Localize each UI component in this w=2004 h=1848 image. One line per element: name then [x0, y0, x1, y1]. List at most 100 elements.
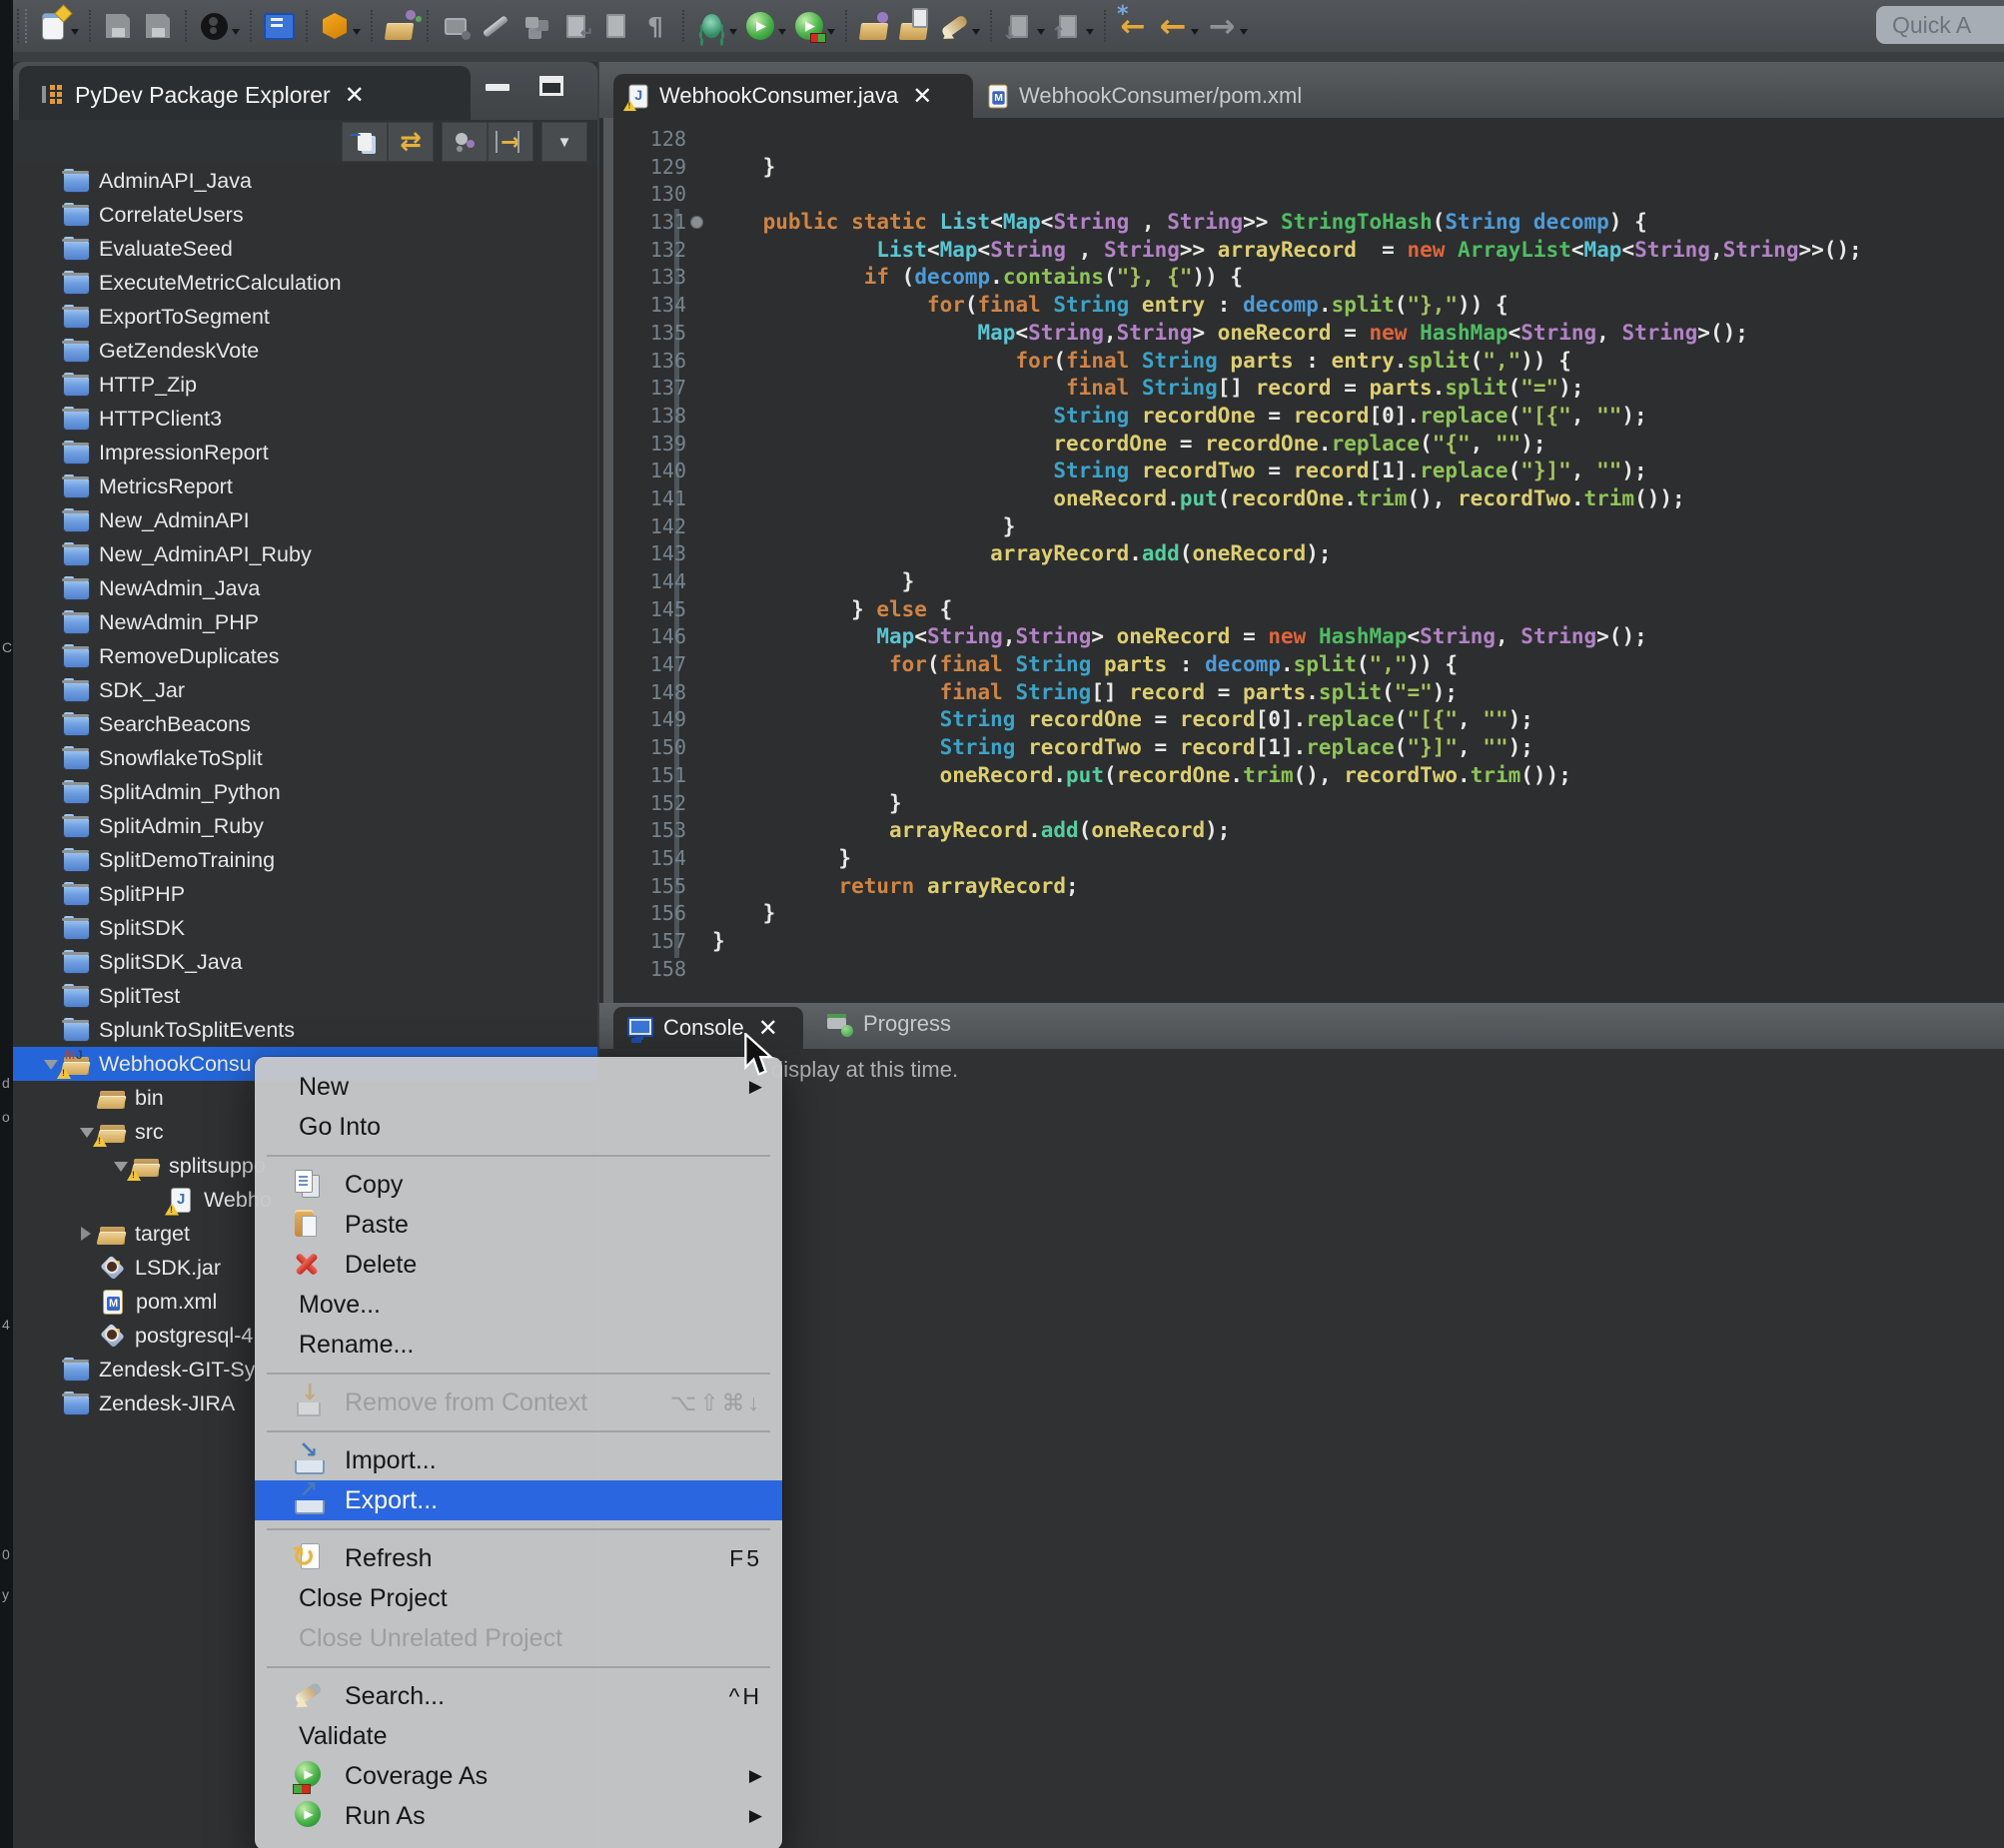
- coverage-button[interactable]: [791, 6, 827, 46]
- maximize-button[interactable]: [539, 76, 563, 96]
- menu-item-copy[interactable]: Copy: [255, 1165, 782, 1205]
- packages-tool-button[interactable]: [517, 6, 553, 46]
- line-number[interactable]: 135: [616, 320, 686, 348]
- tree-item-splitphp[interactable]: SplitPHP: [13, 877, 597, 911]
- line-number[interactable]: 128: [616, 126, 686, 154]
- forward-button[interactable]: [1204, 6, 1240, 46]
- chevron-down-icon[interactable]: [44, 1060, 58, 1077]
- line-number[interactable]: 137: [616, 375, 686, 403]
- open-task-button[interactable]: [896, 6, 932, 46]
- tree-item-splitadmin-python[interactable]: SplitAdmin_Python: [13, 775, 597, 809]
- tree-item-splittest[interactable]: SplitTest: [13, 979, 597, 1013]
- account-button[interactable]: [196, 6, 232, 46]
- tree-item-executemetriccalculation[interactable]: ExecuteMetricCalculation: [13, 266, 597, 300]
- tree-item-new-adminapi[interactable]: New_AdminAPI: [13, 503, 597, 537]
- tree-item-impressionreport[interactable]: ImpressionReport: [13, 436, 597, 469]
- line-number[interactable]: 145: [616, 596, 686, 624]
- toolbar-grip[interactable]: [17, 9, 27, 43]
- tree-item-http-zip[interactable]: HTTP_Zip: [13, 368, 597, 402]
- chevron-right-icon[interactable]: [81, 1227, 98, 1241]
- tree-item-evaluateseed[interactable]: EvaluateSeed: [13, 232, 597, 266]
- expand-slot[interactable]: [73, 1122, 100, 1142]
- line-number[interactable]: 148: [616, 679, 686, 707]
- open-resource-button[interactable]: [382, 6, 418, 46]
- tree-item-splitsdk[interactable]: SplitSDK: [13, 911, 597, 945]
- prev-annotation-button[interactable]: [1050, 6, 1086, 46]
- remote-console-button[interactable]: [261, 6, 297, 46]
- close-icon[interactable]: ✕: [345, 81, 365, 109]
- line-number[interactable]: 155: [616, 873, 686, 901]
- line-number[interactable]: 157: [616, 928, 686, 956]
- line-number[interactable]: 129: [616, 154, 686, 182]
- chevron-down-icon[interactable]: [114, 1162, 128, 1179]
- line-number[interactable]: 139: [616, 431, 686, 459]
- tree-item-metricsreport[interactable]: MetricsReport: [13, 469, 597, 503]
- line-number[interactable]: 130: [616, 181, 686, 209]
- quick-access-field[interactable]: Quick A: [1876, 6, 2004, 44]
- line-number[interactable]: 132: [616, 237, 686, 265]
- line-number[interactable]: 134: [616, 292, 686, 320]
- line-number[interactable]: 141: [616, 485, 686, 513]
- menu-item-paste[interactable]: Paste: [255, 1205, 782, 1245]
- tab-pydev-package-explorer[interactable]: PyDev Package Explorer ✕: [19, 66, 471, 124]
- package-button[interactable]: [317, 6, 353, 46]
- line-number[interactable]: 156: [616, 900, 686, 928]
- line-number[interactable]: 152: [616, 790, 686, 818]
- tree-item-newadmin-java[interactable]: NewAdmin_Java: [13, 571, 597, 605]
- menu-item-coverage-as[interactable]: Coverage As▶: [255, 1756, 782, 1796]
- view-menu-button[interactable]: [541, 122, 587, 162]
- line-number[interactable]: 153: [616, 817, 686, 845]
- menu-item-run-as[interactable]: Run As▶: [255, 1796, 782, 1836]
- line-number[interactable]: 142: [616, 513, 686, 541]
- tree-item-exporttosegment[interactable]: ExportToSegment: [13, 300, 597, 334]
- line-number[interactable]: 133: [616, 264, 686, 292]
- menu-item-validate[interactable]: Validate: [255, 1716, 782, 1756]
- line-number[interactable]: 136: [616, 348, 686, 376]
- line-number[interactable]: 147: [616, 651, 686, 679]
- menu-item-close-project[interactable]: Close Project: [255, 1578, 782, 1618]
- tree-item-getzendeskvote[interactable]: GetZendeskVote: [13, 334, 597, 368]
- line-number[interactable]: 150: [616, 734, 686, 762]
- tree-item-adminapi-java[interactable]: AdminAPI_Java: [13, 164, 597, 198]
- tree-item-httpclient3[interactable]: HTTPClient3: [13, 402, 597, 436]
- tab-pom-xml[interactable]: WebhookConsumer/pom.xml: [985, 74, 1302, 118]
- line-number[interactable]: 138: [616, 403, 686, 431]
- open-type-button[interactable]: [856, 6, 892, 46]
- expand-slot[interactable]: [107, 1156, 134, 1176]
- tree-item-splitadmin-ruby[interactable]: SplitAdmin_Ruby: [13, 809, 597, 843]
- tree-item-snowflaketosplit[interactable]: SnowflakeToSplit: [13, 741, 597, 775]
- stamp-tool-button[interactable]: [438, 6, 474, 46]
- focus-task-button[interactable]: [442, 122, 488, 162]
- save-all-button[interactable]: [140, 6, 176, 46]
- menu-item-rename[interactable]: Rename...: [255, 1325, 782, 1365]
- expand-slot[interactable]: [37, 1054, 64, 1074]
- line-number[interactable]: 151: [616, 762, 686, 790]
- tree-item-splitdemotraining[interactable]: SplitDemoTraining: [13, 843, 597, 877]
- chevron-down-icon[interactable]: [80, 1128, 94, 1145]
- doc-grid-button[interactable]: [597, 6, 633, 46]
- knife-tool-button[interactable]: [478, 6, 513, 46]
- minimize-button[interactable]: [486, 84, 509, 91]
- menu-item-delete[interactable]: Delete: [255, 1245, 782, 1285]
- code-editor[interactable]: 128129 }130131 public static List<Map<St…: [616, 126, 2004, 1003]
- link-with-editor-button[interactable]: [388, 122, 434, 162]
- tree-item-removeduplicates[interactable]: RemoveDuplicates: [13, 639, 597, 673]
- line-number[interactable]: 158: [616, 956, 686, 984]
- tree-item-newadmin-php[interactable]: NewAdmin_PHP: [13, 605, 597, 639]
- back-button[interactable]: [1155, 6, 1191, 46]
- annotation-ruler[interactable]: [603, 118, 613, 1003]
- tree-item-sdk-jar[interactable]: SDK_Jar: [13, 673, 597, 707]
- link-selection-button[interactable]: [488, 122, 533, 162]
- save-button[interactable]: [100, 6, 136, 46]
- collapse-all-button[interactable]: [342, 122, 388, 162]
- new-wizard-button[interactable]: [35, 6, 71, 46]
- menu-item-export[interactable]: Export...: [255, 1480, 782, 1520]
- menu-item-go-into[interactable]: Go Into: [255, 1107, 782, 1147]
- fold-marker-icon[interactable]: [690, 216, 703, 229]
- tree-item-searchbeacons[interactable]: SearchBeacons: [13, 707, 597, 741]
- line-number[interactable]: 143: [616, 540, 686, 568]
- tree-item-splitsdk-java[interactable]: SplitSDK_Java: [13, 945, 597, 979]
- tree-item-splunktosplitevents[interactable]: SplunkToSplitEvents: [13, 1013, 597, 1047]
- last-edit-location-button[interactable]: [1115, 6, 1151, 46]
- pilcrow-button[interactable]: [637, 6, 673, 46]
